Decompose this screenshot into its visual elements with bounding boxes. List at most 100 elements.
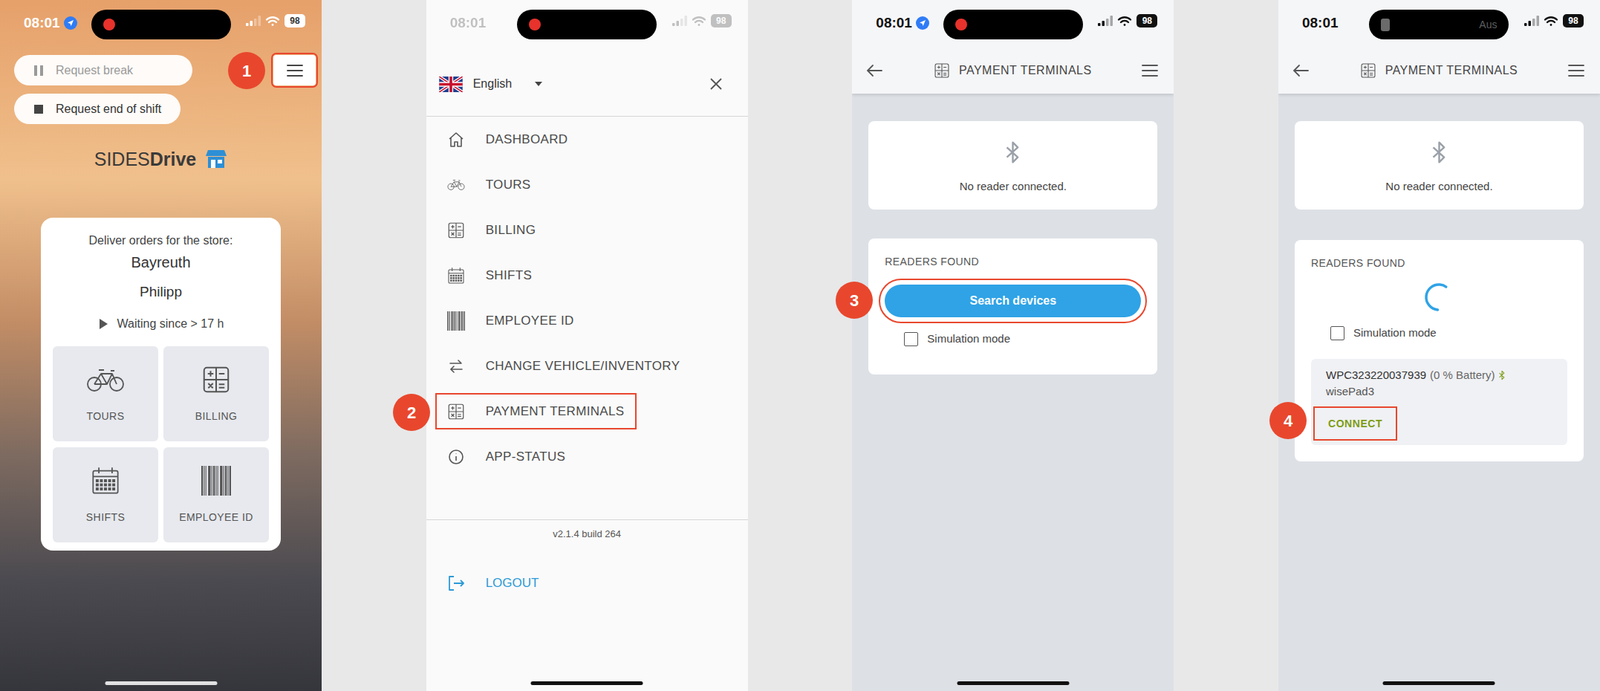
hamburger-icon xyxy=(285,63,304,78)
loading-spinner-icon xyxy=(1423,281,1455,313)
reader-status-card: No reader connected. xyxy=(1294,121,1584,210)
menu-label: SHIFTS xyxy=(485,265,533,286)
reader-status-card: No reader connected. xyxy=(868,121,1158,210)
home-indicator xyxy=(531,681,644,685)
menu-label: TOURS xyxy=(485,175,532,195)
uk-flag-icon xyxy=(438,76,463,93)
island-carrier: Aus xyxy=(1478,17,1497,33)
back-arrow-icon xyxy=(1292,63,1309,78)
menu-button[interactable] xyxy=(273,54,316,86)
bluetooth-icon xyxy=(1432,140,1447,165)
menu-item[interactable]: CHANGE VEHICLE/INVENTORY xyxy=(426,343,749,389)
reader-battery: (0 % Battery) xyxy=(1429,367,1496,383)
menu-item[interactable]: PAYMENT TERMINALS xyxy=(426,388,749,434)
home-indicator xyxy=(1383,681,1496,685)
tile-label: TOURS xyxy=(86,410,125,422)
play-icon xyxy=(98,317,109,330)
page-title: PAYMENT TERMINALS xyxy=(958,61,1092,80)
battery-indicator: 98 xyxy=(1136,14,1158,28)
close-button[interactable] xyxy=(709,77,723,91)
recording-dot xyxy=(528,18,541,31)
page-title: PAYMENT TERMINALS xyxy=(1385,61,1519,80)
step-number: 3 xyxy=(849,288,859,313)
header: 08:0198PAYMENT TERMINALS xyxy=(851,0,1174,94)
simulation-mode-label: Simulation mode xyxy=(1353,324,1437,342)
home-indicator xyxy=(956,681,1069,685)
activity-icon xyxy=(1380,18,1390,32)
logout-button[interactable]: LOGOUT xyxy=(426,573,749,593)
wifi-icon xyxy=(1543,15,1559,27)
menu-item[interactable]: SHIFTS xyxy=(426,252,749,298)
dynamic-island: Aus xyxy=(1368,9,1509,40)
recording-dot xyxy=(103,18,116,31)
menu-item[interactable]: APP-STATUS xyxy=(426,433,749,480)
status-time: 08:01 xyxy=(1302,14,1339,32)
waiting-time: Waiting since > 17 h xyxy=(117,314,225,333)
pause-icon xyxy=(33,64,44,77)
battery-level: 98 xyxy=(1568,16,1578,26)
search-devices-button[interactable]: Search devices xyxy=(884,284,1141,318)
menu-item[interactable]: DASHBOARD xyxy=(426,116,749,162)
simulation-mode-checkbox[interactable]: Simulation mode xyxy=(884,329,1141,349)
store-icon xyxy=(205,148,228,170)
battery-indicator: 98 xyxy=(710,14,732,28)
dashboard-tile[interactable]: BILLING xyxy=(163,346,269,442)
language-select[interactable]: English xyxy=(438,75,543,93)
brand-second: Drive xyxy=(150,148,197,170)
battery-level: 98 xyxy=(289,16,300,26)
step-badge: 3 xyxy=(835,281,873,319)
info-icon xyxy=(447,447,465,466)
battery-level: 98 xyxy=(1142,16,1153,26)
reader-model: wisePad3 xyxy=(1325,384,1375,398)
search-devices-label: Search devices xyxy=(970,291,1058,310)
connect-button[interactable]: CONNECT xyxy=(1314,407,1396,439)
back-button[interactable] xyxy=(866,63,884,78)
header: Aus 08:01 98 PAYMENT TERMINALS xyxy=(1278,0,1600,94)
dynamic-island xyxy=(943,9,1084,40)
menu-label: CHANGE VEHICLE/INVENTORY xyxy=(485,356,681,376)
terminal-icon xyxy=(447,402,465,421)
request-break-button[interactable]: Request break xyxy=(14,54,193,86)
menu-screen: 08:0198EnglishDASHBOARDTOURSBILLINGSHIFT… xyxy=(426,0,749,691)
bike-icon xyxy=(447,176,465,194)
menu-label: APP-STATUS xyxy=(485,447,567,467)
reader-status: No reader connected. xyxy=(959,178,1067,196)
swap-icon xyxy=(447,357,465,376)
brand-logo: SIDESDrive xyxy=(0,147,322,171)
readers-card: READERS FOUND Search devices Simulation mo… xyxy=(868,238,1158,375)
calendar-icon xyxy=(90,464,121,497)
step-badge: 4 xyxy=(1269,401,1307,439)
battery-level: 98 xyxy=(716,16,726,26)
simulation-mode-checkbox[interactable]: Simulation mode xyxy=(1311,323,1568,343)
request-end-button[interactable]: Request end of shift xyxy=(14,93,181,125)
store-card: Deliver orders for the store:BayreuthPhi… xyxy=(40,217,281,551)
back-button[interactable] xyxy=(1292,63,1311,78)
checkbox[interactable] xyxy=(903,332,919,347)
menu-label: BILLING xyxy=(485,220,537,240)
section-title: READERS FOUND xyxy=(884,254,1141,269)
dashboard-tile[interactable]: EMPLOYEE ID xyxy=(163,447,269,543)
tile-label: SHIFTS xyxy=(86,511,125,523)
hamburger-icon xyxy=(1567,63,1586,78)
logout-label: LOGOUT xyxy=(485,573,540,593)
menu-button[interactable] xyxy=(1567,63,1586,78)
tile-label: BILLING xyxy=(195,410,238,422)
wifi-icon xyxy=(265,15,281,27)
signal-icon xyxy=(1097,15,1113,26)
calendar-icon xyxy=(447,266,465,285)
app-version: v2.1.4 build 264 xyxy=(552,528,621,540)
simulation-mode-label: Simulation mode xyxy=(927,330,1011,348)
signal-icon xyxy=(672,15,688,26)
menu-label: EMPLOYEE ID xyxy=(485,311,575,331)
terminal-icon xyxy=(933,62,951,79)
menu-item[interactable]: EMPLOYEE ID xyxy=(426,297,749,344)
dashboard-screen: 08:0198Request breakRequest end of shift… xyxy=(0,0,322,691)
menu-item[interactable]: TOURS xyxy=(426,161,749,208)
menu-button[interactable] xyxy=(1140,63,1159,78)
checkbox[interactable] xyxy=(1330,326,1345,341)
payment-terminals-screen: 08:0198PAYMENT TERMINALSNo reader connec… xyxy=(851,0,1174,691)
terminal-icon xyxy=(1360,62,1377,79)
dashboard-tile[interactable]: SHIFTS xyxy=(52,447,159,543)
dashboard-tile[interactable]: TOURS xyxy=(52,346,159,442)
menu-item[interactable]: BILLING xyxy=(426,207,749,253)
